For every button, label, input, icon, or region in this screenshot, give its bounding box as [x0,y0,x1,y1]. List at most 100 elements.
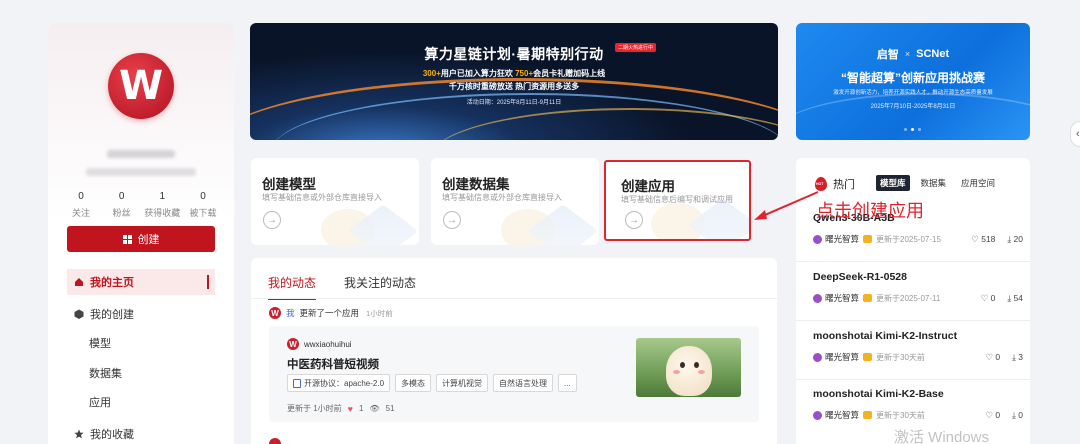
stat-label: 被下载 [189,208,217,218]
app-meta: 更新于 1小时前 ♥ 1 👁 51 [287,403,395,414]
create-button[interactable]: 创建 [67,226,215,252]
app-views: 51 [385,404,395,413]
card-title: 创建应用 [621,179,675,194]
profile-stats: 0 关注 0 粉丝 1 获得收藏 0 被下载 [62,191,222,219]
eye-icon: 👁 [369,404,380,413]
verified-badge-icon [863,235,873,243]
hot-item-downloads: 0 [1018,409,1023,420]
org-name[interactable]: 曙光智算 [825,292,859,304]
sidebar-item-label: 我的收藏 [90,429,134,441]
times-sign: × [904,49,911,59]
org-name[interactable]: 曙光智算 [825,409,859,421]
annotation-text: 点击创建应用 [816,201,924,221]
tab-datasets[interactable]: 数据集 [917,175,951,191]
sidebar-item-label: 我的创建 [90,309,134,321]
stat-followers[interactable]: 0 粉丝 [103,191,141,219]
tag-computer-vision[interactable]: 计算机视觉 [436,374,489,392]
verified-badge-icon [863,353,873,361]
app-owner-name: wwxiaohuihui [304,339,352,349]
activity-actor[interactable]: 我 [286,307,295,319]
hot-item-stats: ♡ 0 ⤓ 54 [981,293,1023,304]
tag-more[interactable]: ... [558,374,577,392]
tab-following-activity[interactable]: 我关注的动态 [344,274,416,300]
hot-item-downloads: 20 [1013,233,1023,244]
org-avatar [813,234,822,244]
tab-model-hub[interactable]: 模型库 [876,175,910,191]
banner-text: 会员卡礼赠加码上线 [533,69,606,78]
create-dataset-card[interactable]: 创建数据集 填写基础信息或外部仓库直接导入 → [431,158,599,245]
banner-highlight: 300+ [422,69,441,78]
app-owner[interactable]: W wwxiaohuihui [287,338,352,350]
app-thumbnail[interactable] [636,338,741,397]
hot-item-meta: 曙光智算 更新于2025-07-11 ♡ 0 ⤓ 54 [813,292,1023,304]
banner-tag: 二期火热进行中 [615,43,657,52]
hot-item-name[interactable]: moonshotai Kimi-K2-Base [813,388,944,400]
hot-item-name[interactable]: moonshotai Kimi-K2-Instruct [813,330,957,342]
download-icon: ⤓ 20 [1007,233,1023,244]
sidebar-item-favorites[interactable]: 我的收藏 [67,421,215,444]
hot-item-stats: ♡ 0 ⤓ 3 [985,352,1023,363]
sidebar-item-my-creations[interactable]: 我的创建 [67,301,215,327]
banner-text: 用户已加入算力狂欢 [440,69,516,78]
hot-item-name[interactable]: DeepSeek-R1-0528 [813,271,907,283]
user-info-blurred [86,168,196,176]
tab-app-space[interactable]: 应用空间 [957,175,999,191]
sidebar-item-label: 我的主页 [90,277,134,289]
banner-compute-campaign[interactable]: 算力星链计划·暑期特别行动 二期火热进行中 300+用户已加入算力狂欢 750+… [250,23,778,140]
create-app-card[interactable]: 创建应用 填写基础信息后编写和调试应用 → [604,160,751,241]
stat-label: 获得收藏 [144,208,181,218]
banner-title: 算力星链计划·暑期特别行动 [424,46,604,62]
arrow-right-icon[interactable]: → [443,211,461,229]
hot-item-meta: 曙光智算 更新于30天前 ♡ 0 ⤓ 0 [813,409,1023,421]
stat-following[interactable]: 0 关注 [62,191,100,219]
create-model-card[interactable]: 创建模型 填写基础信息或外部仓库直接导入 → [251,158,419,245]
carousel-dots[interactable] [904,128,921,131]
verified-badge-icon [863,411,873,419]
tag-nlp[interactable]: 自然语言处理 [493,374,554,392]
activity-row: W 我 更新了一个应用 1小时前 [269,307,393,319]
arrow-right-icon[interactable]: → [625,211,643,229]
hot-item-stats: ♡ 0 ⤓ 0 [985,410,1023,421]
banner-line-1: 300+用户已加入算力狂欢 750+会员卡礼赠加码上线 [250,68,778,79]
openi-logo: 启智 [876,49,899,61]
sidebar-item-apps[interactable]: 应用 [67,389,215,415]
hot-list-item[interactable]: DeepSeek-R1-0528 曙光智算 更新于2025-07-11 ♡ 0 ⤓… [796,263,1030,321]
hot-tabs: 模型库 数据集 应用空间 [876,175,999,191]
tab-my-activity[interactable]: 我的动态 [268,274,317,300]
collapse-button[interactable]: ‹ [1070,121,1080,147]
home-icon [75,278,83,286]
download-icon: ⤓ 54 [1007,292,1023,303]
banner-date: 2025年7月10日-2025年8月31日 [870,104,956,110]
stat-downloaded[interactable]: 0 被下载 [184,191,222,219]
heart-icon[interactable]: ♥ [348,404,353,414]
tag-license[interactable]: 开源协议：apache-2.0 [287,374,391,392]
avatar[interactable]: W [269,307,281,319]
org-name[interactable]: 曙光智算 [825,351,859,363]
org-name[interactable]: 曙光智算 [825,233,859,245]
arrow-right-icon[interactable]: → [263,211,281,229]
avatar: W [287,338,299,350]
org-avatar [813,293,822,303]
app-title[interactable]: 中医药科普短视频 [287,356,379,372]
tag-multimodal[interactable]: 多模态 [395,374,432,392]
hot-list-item[interactable]: moonshotai Kimi-K2-Instruct 曙光智算 更新于30天前… [796,322,1030,380]
stat-favorited[interactable]: 1 获得收藏 [143,191,181,219]
hot-item-likes: 0 [990,292,996,303]
sidebar-item-datasets[interactable]: 数据集 [67,360,215,386]
hot-item-stats: ♡ 518 ⤓ 20 [971,234,1023,245]
org-avatar [813,352,822,362]
mascot-blush [673,370,680,374]
sidebar-item-models[interactable]: 模型 [67,330,215,356]
heart-outline-icon: ♡ 0 [985,409,1001,420]
scnet-logo: SCNet [916,48,950,60]
username-blurred [107,150,175,158]
avatar[interactable]: W [108,53,174,119]
hot-item-likes: 0 [995,351,1001,362]
verified-badge-icon [863,294,873,302]
avatar [269,438,281,444]
banner-challenge[interactable]: 启智 × SCNet “智能超算”创新应用挑战赛 激发开源创新活力，培养开源实践… [796,23,1030,140]
mascot-eye [680,362,685,368]
sidebar-item-home[interactable]: 我的主页 [67,269,215,295]
activity-feed: 我的动态 我关注的动态 W 我 更新了一个应用 1小时前 W wwxiaohui… [251,258,777,444]
app-card[interactable]: W wwxiaohuihui 中医药科普短视频 开源协议：apache-2.0 … [269,326,759,422]
